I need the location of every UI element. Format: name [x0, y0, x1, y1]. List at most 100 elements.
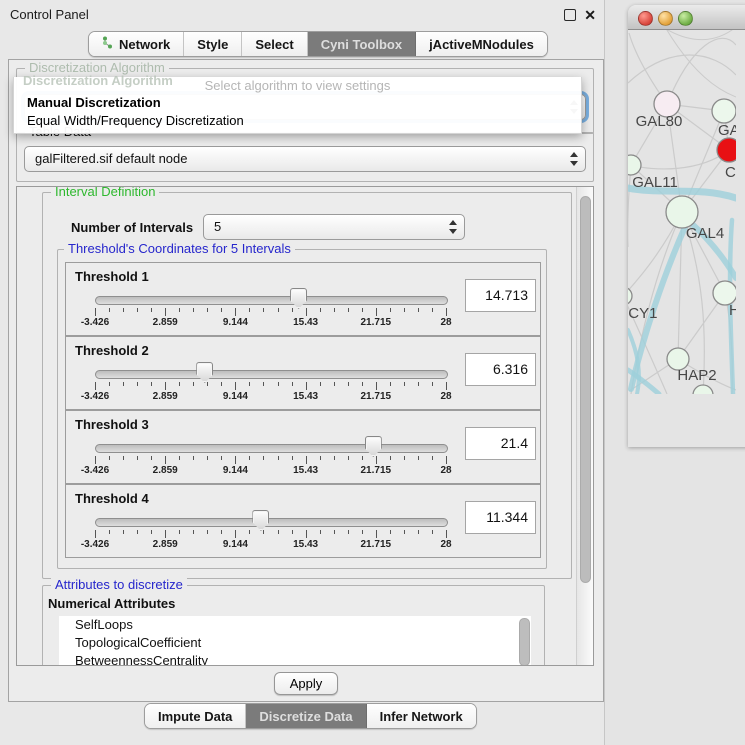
- content-panel: Discretization Algorithm Table Data galF…: [8, 59, 604, 702]
- network-canvas[interactable]: GAL80GACGAL11GAL4HGCY1HAP2: [628, 5, 745, 397]
- network-edge[interactable]: [628, 165, 631, 247]
- attribute-item-selfloops[interactable]: SelfLoops: [59, 616, 531, 634]
- network-node-label: GAL4: [686, 225, 724, 242]
- slider-tick: [179, 530, 180, 534]
- slider-tick-label: 21.715: [346, 317, 406, 328]
- tab-select[interactable]: Select: [242, 32, 307, 56]
- slider-tick: [137, 456, 138, 460]
- threshold-label: Threshold 1: [75, 269, 149, 284]
- tab-network[interactable]: Network: [89, 32, 184, 56]
- float-window-icon[interactable]: [564, 9, 576, 21]
- slider-handle[interactable]: [365, 436, 382, 457]
- traffic-light-close[interactable]: [638, 11, 653, 26]
- slider-track[interactable]: [95, 370, 448, 379]
- slider-tick: [263, 308, 264, 312]
- traffic-light-minimize[interactable]: [658, 11, 673, 26]
- slider-tick: [334, 456, 335, 460]
- slider-tick: [95, 456, 96, 464]
- slider-track[interactable]: [95, 296, 448, 305]
- network-node-c[interactable]: [717, 138, 736, 162]
- slider-handle[interactable]: [290, 288, 307, 309]
- tab-jactivemnodules[interactable]: jActiveMNodules: [416, 32, 547, 56]
- traffic-light-zoom[interactable]: [678, 11, 693, 26]
- slider-tick: [446, 382, 447, 390]
- popup-item-manual-discretization[interactable]: Manual Discretization: [14, 94, 581, 112]
- slider-tick-label: -3.426: [65, 391, 125, 402]
- slider-tick: [123, 456, 124, 460]
- threshold-panel-3: Threshold 3-3.4262.8599.14415.4321.71528…: [65, 410, 541, 484]
- slider-tick: [207, 456, 208, 460]
- slider-tick: [109, 308, 110, 312]
- attribute-item-topologicalcoefficient[interactable]: TopologicalCoefficient: [59, 634, 531, 652]
- slider-tick: [151, 382, 152, 386]
- network-window-titlebar[interactable]: [628, 5, 745, 30]
- tab-impute-data[interactable]: Impute Data: [145, 704, 246, 728]
- slider-tick: [292, 456, 293, 460]
- scrollbar-thumb[interactable]: [580, 196, 591, 583]
- slider-tick: [306, 530, 307, 538]
- slider-tick: [165, 308, 166, 316]
- network-node-label: GAL11: [632, 174, 678, 191]
- slider-tick-label: 15.43: [276, 465, 336, 476]
- slider-tick: [221, 382, 222, 386]
- network-node-gal4[interactable]: [666, 196, 698, 228]
- attributes-scrollbar[interactable]: [519, 618, 530, 666]
- slider-tick: [235, 530, 236, 538]
- tab-style[interactable]: Style: [184, 32, 242, 56]
- threshold-value-field[interactable]: 6.316: [465, 353, 536, 386]
- table-data-group: Table Data galFiltered.sif default node: [16, 132, 594, 182]
- table-data-combo-value: galFiltered.sif default node: [25, 147, 585, 171]
- tab-label: jActiveMNodules: [429, 37, 534, 52]
- slider-tick: [404, 530, 405, 534]
- slider-tick: [348, 456, 349, 460]
- slider-tick: [404, 456, 405, 460]
- thresholds-group: Threshold's Coordinates for 5 Intervals …: [57, 249, 547, 569]
- network-node-ga[interactable]: [712, 99, 736, 123]
- apply-button[interactable]: Apply: [274, 672, 338, 695]
- slider-tick: [334, 308, 335, 312]
- slider-tick: [376, 382, 377, 390]
- tab-infer-network[interactable]: Infer Network: [367, 704, 476, 728]
- slider-handle[interactable]: [252, 510, 269, 531]
- slider-tick: [263, 456, 264, 460]
- settings-scrollbar[interactable]: [576, 187, 593, 665]
- network-edge[interactable]: [631, 150, 729, 169]
- attribute-item-betweennesscentrality[interactable]: BetweennessCentrality: [59, 652, 531, 666]
- tab-cyni-toolbox[interactable]: Cyni Toolbox: [308, 32, 416, 56]
- slider-tick: [179, 308, 180, 312]
- network-node-label: HAP2: [677, 367, 716, 384]
- slider-tick: [137, 530, 138, 534]
- slider-tick-label: 9.144: [205, 539, 265, 550]
- attributes-list[interactable]: SelfLoopsTopologicalCoefficientBetweenne…: [59, 616, 531, 666]
- slider-tick: [432, 382, 433, 386]
- table-data-combo[interactable]: galFiltered.sif default node: [24, 146, 586, 172]
- threshold-value-field[interactable]: 21.4: [465, 427, 536, 460]
- popup-item-equal-width-frequency-discretization[interactable]: Equal Width/Frequency Discretization: [14, 112, 581, 130]
- slider-tick: [278, 382, 279, 386]
- slider-tick: [362, 308, 363, 312]
- slider-tick-label: 21.715: [346, 465, 406, 476]
- slider-tick: [278, 308, 279, 312]
- network-edge[interactable]: [667, 38, 736, 104]
- slider-tick: [207, 530, 208, 534]
- slider-tick-label: 28: [416, 539, 476, 550]
- interval-definition-title: Interval Definition: [51, 186, 159, 199]
- close-icon[interactable]: ✕: [584, 0, 596, 30]
- network-node-gcy1[interactable]: [628, 287, 632, 305]
- network-icon: [102, 36, 114, 52]
- threshold-value-field[interactable]: 11.344: [465, 501, 536, 534]
- network-node[interactable]: [693, 385, 713, 394]
- tab-label: Discretize Data: [259, 709, 352, 724]
- slider-tick: [376, 530, 377, 538]
- slider-tick: [193, 456, 194, 460]
- slider-track[interactable]: [95, 444, 448, 453]
- slider-tick: [221, 530, 222, 534]
- slider-track[interactable]: [95, 518, 448, 527]
- threshold-value-field[interactable]: 14.713: [465, 279, 536, 312]
- slider-handle[interactable]: [196, 362, 213, 383]
- slider-tick: [137, 382, 138, 386]
- slider-tick: [320, 530, 321, 534]
- num-intervals-combo[interactable]: 5: [203, 214, 465, 240]
- slider-tick: [207, 308, 208, 312]
- tab-discretize-data[interactable]: Discretize Data: [246, 704, 366, 728]
